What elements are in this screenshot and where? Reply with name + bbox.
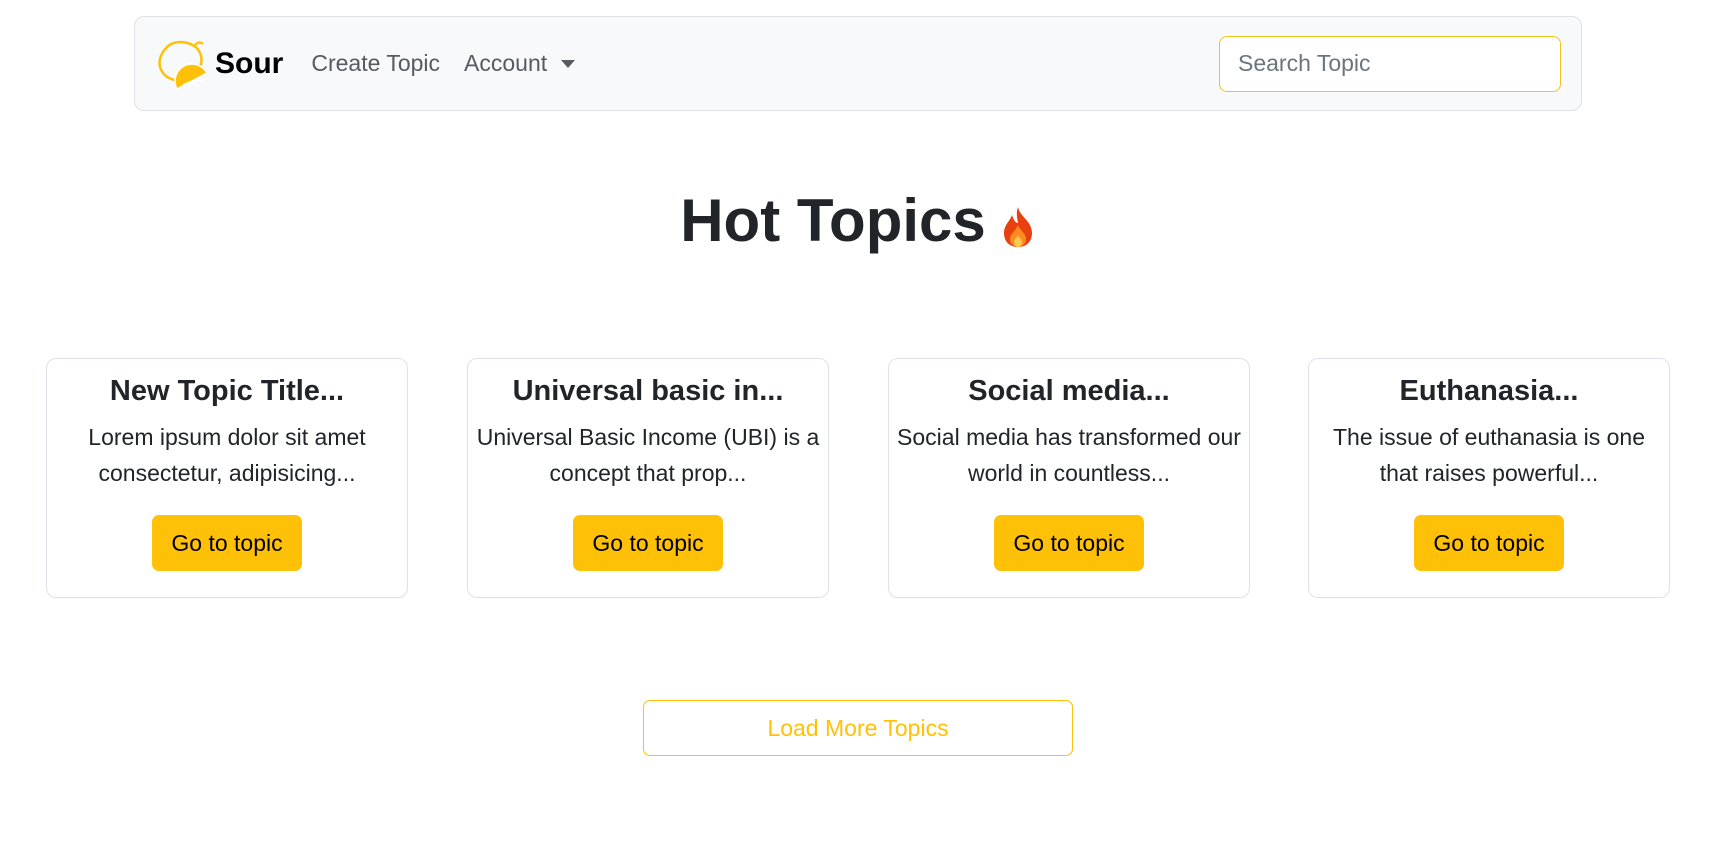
brand-name: Sour xyxy=(215,46,284,80)
topic-card-title: Universal basic in... xyxy=(512,375,784,407)
go-to-topic-button[interactable]: Go to topic xyxy=(994,514,1144,571)
load-more-topics-button[interactable]: Load More Topics xyxy=(643,700,1073,756)
topic-card: Universal basic in... Universal Basic In… xyxy=(467,358,829,598)
topic-card-title: Euthanasia... xyxy=(1399,375,1579,407)
topic-card-text: Lorem ipsum dolor sit amet consectetur, … xyxy=(88,423,366,486)
topic-cards: New Topic Title... Lorem ipsum dolor sit… xyxy=(46,358,1670,598)
nav-create-topic[interactable]: Create Topic xyxy=(311,50,440,77)
caret-down-icon xyxy=(561,59,576,68)
topic-card-title: Social media... xyxy=(968,375,1170,407)
topic-card-text: Universal Basic Income (UBI) is a concep… xyxy=(476,423,820,486)
lemon-logo-icon xyxy=(158,40,209,90)
search-input[interactable] xyxy=(1219,35,1561,92)
nav-account-label: Account xyxy=(464,50,548,76)
go-to-topic-button[interactable]: Go to topic xyxy=(152,514,302,571)
nav-account-dropdown[interactable]: Account xyxy=(464,50,576,77)
brand-link[interactable]: Sour xyxy=(155,37,283,91)
page-title: Hot Topics xyxy=(0,186,1716,255)
topic-card: New Topic Title... Lorem ipsum dolor sit… xyxy=(46,358,408,598)
topic-card: Social media... Social media has transfo… xyxy=(888,358,1250,598)
topic-card: Euthanasia... The issue of euthanasia is… xyxy=(1308,358,1670,598)
topic-card-text: Social media has transformed our world i… xyxy=(897,423,1241,486)
topic-card-title: New Topic Title... xyxy=(109,375,345,407)
flame-icon xyxy=(1003,207,1032,248)
topic-card-text: The issue of euthanasia is one that rais… xyxy=(1333,423,1645,486)
go-to-topic-button[interactable]: Go to topic xyxy=(573,514,723,571)
page-title-text: Hot Topics xyxy=(680,187,986,254)
go-to-topic-button[interactable]: Go to topic xyxy=(1414,514,1564,571)
navbar: Sour Create Topic Account xyxy=(134,16,1582,111)
